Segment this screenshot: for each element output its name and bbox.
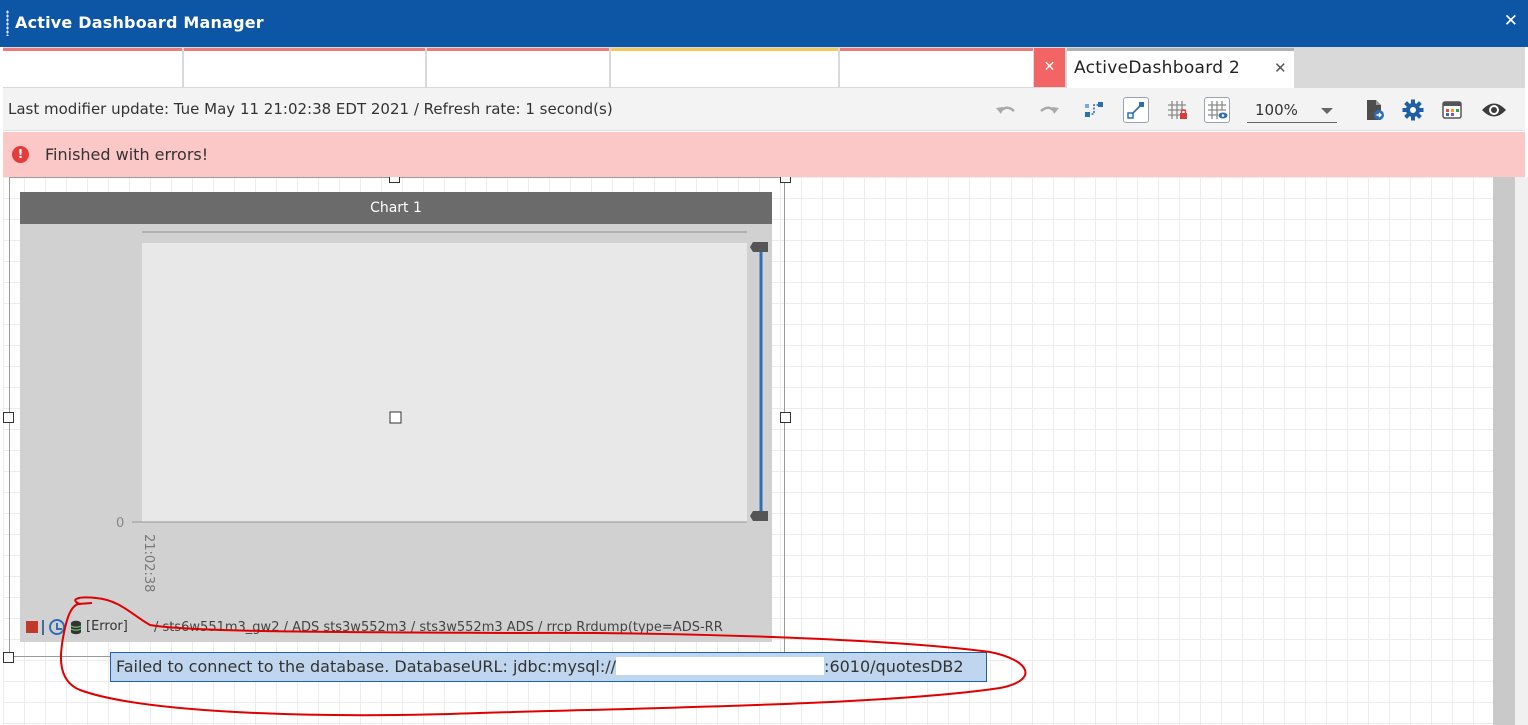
window-title: Active Dashboard Manager <box>15 13 264 32</box>
chart-plot: 0 21:02:38 <box>116 231 768 592</box>
last-update-status: Last modifier update: Tue May 11 21:02:3… <box>8 100 613 118</box>
chart-widget[interactable]: Chart 1 0 21:02:38 [Error] / sts6w551m3_… <box>20 192 772 642</box>
resize-handle[interactable] <box>3 652 14 663</box>
tooltip-text-end: :6010/quotesDB2 <box>824 657 964 676</box>
tab-label: ActiveDashboard 2 <box>1074 58 1241 78</box>
error-banner: ! Finished with errors! <box>3 132 1525 177</box>
range-handle-top <box>750 242 768 252</box>
error-tooltip: Failed to connect to the database. Datab… <box>110 652 987 682</box>
resize-handle[interactable] <box>389 177 400 183</box>
tab-strip: ✕ ActiveDashboard 2 ✕ <box>3 47 1525 88</box>
plot-area <box>142 243 747 522</box>
error-label[interactable]: [Error] <box>86 619 128 634</box>
redacted-host <box>616 657 825 675</box>
title-bar: Active Dashboard Manager ✕ <box>0 0 1528 47</box>
scrollbar-thumb[interactable] <box>1493 177 1515 725</box>
zoom-value: 100% <box>1255 101 1298 119</box>
redo-icon[interactable] <box>1036 97 1062 123</box>
close-icon[interactable]: ✕ <box>1274 59 1287 77</box>
status-bar: Last modifier update: Tue May 11 21:02:3… <box>3 88 1525 131</box>
link-line-icon[interactable] <box>1123 97 1149 123</box>
resize-handle[interactable] <box>3 412 14 423</box>
export-icon[interactable] <box>1361 97 1387 123</box>
clock-icon[interactable] <box>49 619 65 635</box>
x-tick-label: 21:02:38 <box>141 534 156 592</box>
chart-footer: [Error] / sts6w551m3_gw2 / ADS sts3w552m… <box>20 616 772 640</box>
dashboard-canvas[interactable]: Chart 1 0 21:02:38 [Error] / sts6w551m3_… <box>3 177 1493 725</box>
data-source-path: / sts6w551m3_gw2 / ADS sts3w552m3 / sts3… <box>154 620 723 635</box>
tooltip-text-start: Failed to connect to the database. Datab… <box>116 657 617 676</box>
range-handle-bottom <box>750 511 768 521</box>
tab-bar-segment <box>427 48 609 87</box>
error-message: Finished with errors! <box>45 145 209 164</box>
chart-title: Chart 1 <box>20 192 772 224</box>
tab-bar-segment <box>840 48 1033 87</box>
close-window-button[interactable]: ✕ <box>1504 11 1518 31</box>
vertical-scrollbar[interactable] <box>1493 177 1528 725</box>
drag-grip-icon[interactable] <box>6 10 9 36</box>
tab-bar-segment <box>3 48 182 87</box>
preview-eye-icon[interactable] <box>1481 97 1507 123</box>
close-tab-button[interactable]: ✕ <box>1034 48 1065 87</box>
tab-bar-segment <box>611 48 838 87</box>
chevron-down-icon <box>1321 108 1333 114</box>
center-handle <box>389 411 402 424</box>
resize-handle[interactable] <box>780 412 791 423</box>
stop-icon[interactable] <box>26 621 38 633</box>
chart-top-rule <box>142 231 747 233</box>
tab-bar-segment <box>184 48 425 87</box>
grid-view-icon[interactable] <box>1204 97 1230 123</box>
zoom-select[interactable]: 100% <box>1247 99 1337 123</box>
connect-nodes-icon[interactable] <box>1081 97 1107 123</box>
database-icon <box>70 620 82 635</box>
grid-lock-icon[interactable] <box>1164 97 1190 123</box>
layout-icon[interactable] <box>1439 97 1465 123</box>
divider <box>42 620 44 635</box>
resize-handle[interactable] <box>780 177 791 183</box>
tab-active-dashboard-2[interactable]: ActiveDashboard 2 ✕ <box>1067 48 1294 88</box>
y-tick-label: 0 <box>116 516 124 531</box>
undo-icon[interactable] <box>993 97 1019 123</box>
error-icon: ! <box>12 146 29 163</box>
settings-icon[interactable] <box>1400 97 1426 123</box>
